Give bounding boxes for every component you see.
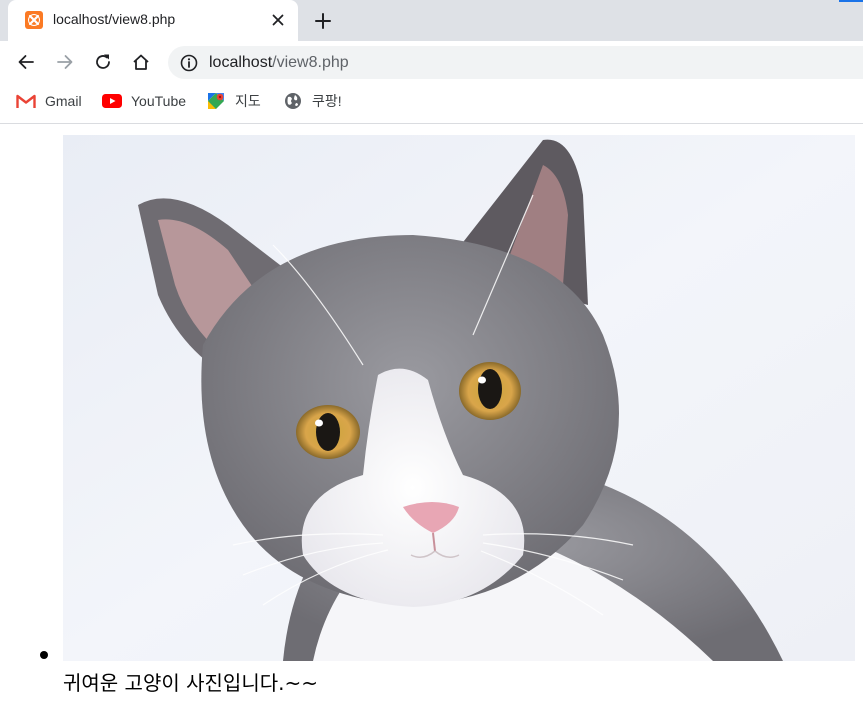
plus-icon[interactable] <box>311 9 335 33</box>
bookmarks-bar: Gmail YouTube 지도 쿠팡! <box>0 83 863 124</box>
url-host: localhost <box>209 54 273 71</box>
info-icon[interactable] <box>180 54 198 72</box>
globe-icon <box>283 92 303 110</box>
bookmark-label: 쿠팡! <box>312 93 342 109</box>
reload-icon[interactable] <box>91 50 115 74</box>
bookmark-coupang[interactable]: 쿠팡! <box>283 91 342 111</box>
bookmark-maps[interactable]: 지도 <box>206 91 261 111</box>
url-text[interactable]: localhost/view8.php <box>209 54 349 72</box>
bookmark-label: Gmail <box>45 93 82 109</box>
image-caption: 귀여운 고양이 사진입니다.~~ <box>63 671 318 695</box>
tab-strip: localhost/view8.php <box>0 0 863 41</box>
gmail-icon <box>16 92 36 110</box>
window-accent <box>839 0 863 2</box>
url-path: /view8.php <box>272 54 349 71</box>
arrow-right-icon[interactable] <box>53 50 77 74</box>
xampp-icon <box>25 11 43 29</box>
page-content: 귀여운 고양이 사진입니다.~~ <box>0 124 863 703</box>
home-icon[interactable] <box>129 50 153 74</box>
bookmark-youtube[interactable]: YouTube <box>102 91 186 111</box>
bookmark-gmail[interactable]: Gmail <box>16 91 82 111</box>
tab-active[interactable]: localhost/view8.php <box>8 0 298 41</box>
tab-title: localhost/view8.php <box>53 11 176 27</box>
toolbar: localhost/view8.php <box>0 41 863 83</box>
cat-photo <box>63 135 855 661</box>
browser-window: localhost/view8.php localhost/view8.php … <box>0 0 863 703</box>
bookmark-label: YouTube <box>131 93 187 109</box>
address-bar[interactable]: localhost/view8.php <box>168 46 863 79</box>
maps-icon <box>206 92 226 110</box>
close-icon[interactable] <box>268 10 288 30</box>
bookmark-label: 지도 <box>235 93 261 109</box>
youtube-icon <box>102 92 122 110</box>
list-bullet <box>40 651 48 659</box>
arrow-left-icon[interactable] <box>14 50 38 74</box>
